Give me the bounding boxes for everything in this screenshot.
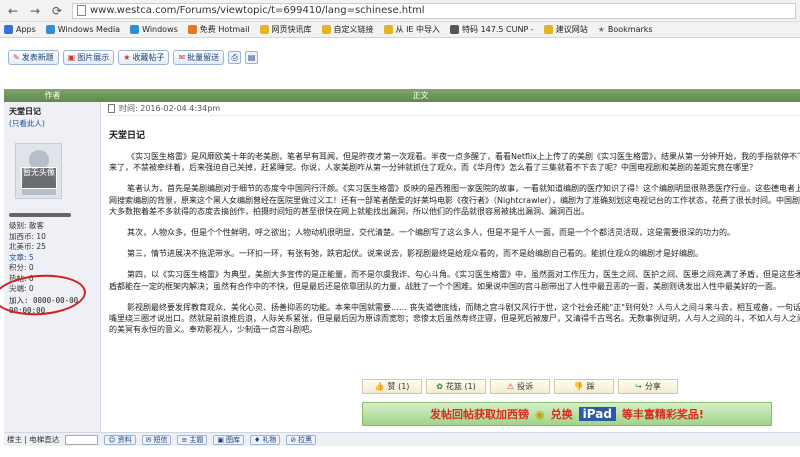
- coin-icon: ◉: [535, 407, 545, 421]
- banner-ipad-text: iPad: [578, 407, 616, 421]
- banner-right-text: 等丰富精彩奖品!: [621, 408, 704, 421]
- floor-jump-input[interactable]: [65, 434, 99, 445]
- dislike-button[interactable]: 👎 踩: [554, 379, 614, 394]
- print-icon[interactable]: ⎙: [228, 51, 242, 64]
- thumbs-up-icon: 👍: [374, 382, 385, 391]
- bookmark-tema[interactable]: 特码 147.5 CUNP -: [450, 24, 534, 35]
- reload-icon[interactable]: ⟳: [50, 4, 64, 18]
- list-icon: ≡: [181, 435, 188, 444]
- post-paragraph: 第三，情节进展决不拖泥带水。一环扣一环，有张有弛，跌宕起伏。说来说去，影视剧最终…: [127, 249, 703, 259]
- bookmark-custom-links[interactable]: 自定义链接: [321, 24, 374, 35]
- star-icon: ★: [123, 53, 131, 62]
- bookmark-windows[interactable]: Windows: [130, 25, 178, 34]
- no-avatar-stamp: 暂无头像: [21, 167, 57, 189]
- floor-jump-label: 楼主 | 电梯直达: [7, 435, 60, 444]
- apps-icon: [4, 25, 13, 34]
- forward-icon[interactable]: →: [28, 4, 42, 18]
- stat-westca-coin: 加西币: 10: [9, 231, 46, 241]
- flower-icon: ✿: [436, 382, 443, 391]
- post-table-header: 作者 正文: [4, 89, 800, 102]
- post-paragraph: 笔者认为，首先是美剧编剧对于细节的态度令中国同行汗颜。《实习医生格雷》反映的是西…: [109, 184, 800, 216]
- folder-icon: [321, 25, 331, 34]
- gallery-button[interactable]: ▣ 图库: [213, 434, 244, 445]
- address-bar[interactable]: www.westca.com/Forums/viewtopic/t=699410…: [72, 2, 796, 19]
- post-icon: [108, 104, 115, 113]
- banner-middle-text: 兑换: [550, 408, 573, 421]
- star-icon: ★: [597, 25, 605, 34]
- warning-icon: ⚠: [506, 382, 515, 391]
- url-text: www.westca.com/Forums/viewtopic/t=699410…: [90, 5, 425, 16]
- author-panel: 天堂日记 (只看此人) 暂无头像 级别: 散客 加西币: 10 北美币: 25 …: [4, 102, 101, 432]
- bookmark-suggested[interactable]: 建议网站: [543, 24, 588, 35]
- body-column-header: 正文: [412, 91, 429, 100]
- stat-level: 级别: 散客: [9, 221, 44, 230]
- page-icon: [77, 5, 86, 16]
- picture-icon: ▣: [217, 435, 224, 444]
- post-paragraph: 《实习医生格雷》是风靡欧美十年的老美剧，笔者早有耳闻，但是昨夜才第一次观看。半夜…: [109, 152, 800, 173]
- post-paragraph: 第四，以《实习医生格雷》为典型，美剧大多宣传的是正能量，而不是尔虞我诈、勾心斗角…: [109, 270, 800, 291]
- new-topic-button[interactable]: ✎ 发表新题: [8, 50, 59, 65]
- profile-icon: ☺: [108, 435, 116, 444]
- thumbs-down-icon: 👎: [573, 382, 584, 391]
- forum-toolbar: ✎ 发表新题 ▣ 图片展示 ★ 收藏帖子 ✉ 批量留送 ⎙ ▤: [8, 50, 259, 65]
- like-button[interactable]: 👍 赞 (1): [362, 379, 422, 394]
- stat-points: 积分: 0: [9, 263, 34, 272]
- document-icon[interactable]: ▤: [245, 51, 259, 64]
- gift-icon: ♦: [253, 435, 261, 444]
- bookmark-hotmail[interactable]: 免费 Hotmail: [187, 24, 250, 35]
- share-button[interactable]: ↪ 分享: [618, 379, 678, 394]
- share-icon: ↪: [635, 382, 642, 391]
- stat-na-coin: 北美币: 25: [9, 242, 46, 251]
- image-show-button[interactable]: ▣ 图片展示: [62, 50, 115, 65]
- post-actions: 👍 赞 (1) ✿ 花篮 (1) ⚠ 投诉 👎 踩 ↪ 分享: [362, 379, 678, 394]
- topics-button[interactable]: ≡ 主题: [177, 434, 208, 445]
- back-icon[interactable]: ←: [6, 4, 20, 18]
- browser-url-bar: ← → ⟳ www.westca.com/Forums/viewtopic/t=…: [0, 0, 800, 22]
- picture-icon: ▣: [67, 53, 76, 62]
- only-this-user-link[interactable]: (只看此人): [9, 118, 95, 129]
- bookmark-bookmarks[interactable]: ★ Bookmarks: [598, 25, 653, 34]
- site-icon: [450, 25, 460, 34]
- hotmail-icon: [187, 25, 197, 34]
- author-column-header: 作者: [44, 91, 61, 100]
- post-footer-bar: 楼主 | 电梯直达 ☺ 资料 ✉ 短信 ≡ 主题 ▣ 图库 ♦ 礼物 ⊘ 拉黑: [4, 432, 800, 446]
- bookmarks-bar: Apps Windows Media Windows 免费 Hotmail 网页…: [0, 22, 800, 38]
- post-time: 时间: 2016-02-04 4:34pm: [119, 104, 221, 113]
- folder-icon: [383, 25, 393, 34]
- favorite-post-button[interactable]: ★ 收藏帖子: [118, 50, 170, 65]
- post-title: 天堂日记: [109, 131, 146, 141]
- gift-button[interactable]: ♦ 礼物: [249, 434, 281, 445]
- batch-send-button[interactable]: ✉ 批量留送: [173, 50, 225, 65]
- stat-articles[interactable]: 文章: 5: [9, 253, 95, 264]
- message-button[interactable]: ✉ 短信: [141, 434, 172, 445]
- pencil-icon: ✎: [13, 53, 20, 62]
- folder-icon: [543, 25, 553, 34]
- post-paragraph: 其次，人物众多，但是个个性鲜明，呼之欲出；人物动机很明显，交代清楚。一个编剧写了…: [127, 228, 735, 238]
- gift-icon: ✉: [178, 53, 186, 62]
- bookmark-ie-import[interactable]: 从 IE 中导入: [383, 24, 440, 35]
- avatar: 暂无头像: [15, 143, 62, 199]
- post-paragraph: 影视剧最终要发挥教育观众、美化心灵、扬善抑恶的功能。本来中国就需要…… 丧失道德…: [109, 302, 800, 335]
- banner-left-text: 发帖回帖获取加西镑: [430, 408, 530, 421]
- folder-icon: [259, 25, 269, 34]
- block-icon: ⊘: [290, 435, 297, 444]
- report-button[interactable]: ⚠ 投诉: [490, 379, 550, 394]
- bookmark-windows-media[interactable]: Windows Media: [45, 25, 120, 34]
- bookmark-web-slices[interactable]: 网页快讯库: [259, 24, 312, 35]
- profile-button[interactable]: ☺ 资料: [104, 434, 136, 445]
- flower-basket-button[interactable]: ✿ 花篮 (1): [426, 379, 486, 394]
- promo-banner[interactable]: 发帖回帖获取加西镑 ◉ 兑换 iPad 等丰富精彩奖品!: [362, 402, 772, 426]
- windows-icon: [45, 25, 55, 34]
- windows-icon: [130, 25, 140, 34]
- bookmark-apps[interactable]: Apps: [4, 25, 36, 34]
- username[interactable]: 天堂日记: [9, 106, 95, 117]
- mail-icon: ✉: [145, 435, 152, 444]
- block-button[interactable]: ⊘ 拉黑: [286, 434, 317, 445]
- level-bar: [9, 213, 71, 217]
- post-meta: 时间: 2016-02-04 4:34pm: [106, 102, 800, 116]
